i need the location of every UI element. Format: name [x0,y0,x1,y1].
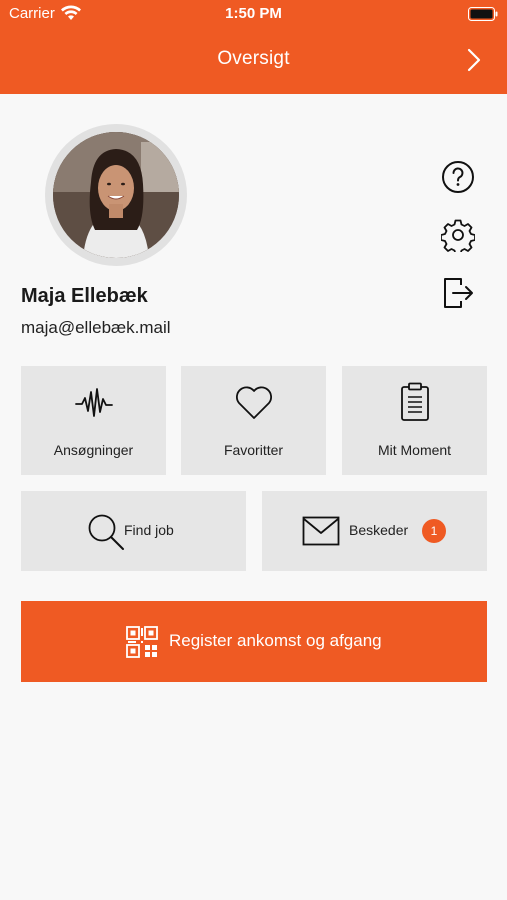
app-header: Carrier 1:50 PM Oversigt [0,0,507,94]
search-icon [88,514,124,550]
status-bar: Carrier 1:50 PM [0,0,507,28]
clipboard-icon [401,382,429,421]
heart-icon [236,386,272,419]
find-job-label: Find job [124,522,174,538]
applications-label: Ansøgninger [53,442,134,458]
favorites-tile[interactable]: Favoritter [181,366,326,475]
find-job-tile[interactable]: Find job [21,491,246,571]
messages-label: Beskeder [349,522,409,538]
battery-icon [468,7,498,21]
applications-tile[interactable]: Ansøgninger [21,366,166,475]
help-icon[interactable] [441,160,475,194]
logout-icon[interactable] [441,276,475,310]
profile-photo [53,132,179,258]
status-time: 1:50 PM [225,5,282,22]
my-moment-tile[interactable]: Mit Moment [342,366,487,475]
user-email: maja@ellebæk.mail [21,318,171,337]
gear-icon[interactable] [441,218,475,252]
my-moment-label: Mit Moment [377,442,452,458]
favorites-label: Favoritter [223,442,284,458]
qr-code-icon [126,626,158,658]
register-button[interactable]: Register ankomst og afgang [21,601,487,682]
messages-tile[interactable]: Beskeder 1 [262,491,487,571]
user-name: Maja Ellebæk [21,285,148,307]
register-label: Register ankomst og afgang [169,631,382,650]
profile-photo-image [53,132,179,258]
page-title: Oversigt [217,48,290,69]
chevron-right-icon[interactable] [467,48,481,72]
avatar [45,124,187,266]
envelope-icon [302,516,340,546]
unread-badge: 1 [422,519,446,543]
pulse-icon [75,388,113,417]
